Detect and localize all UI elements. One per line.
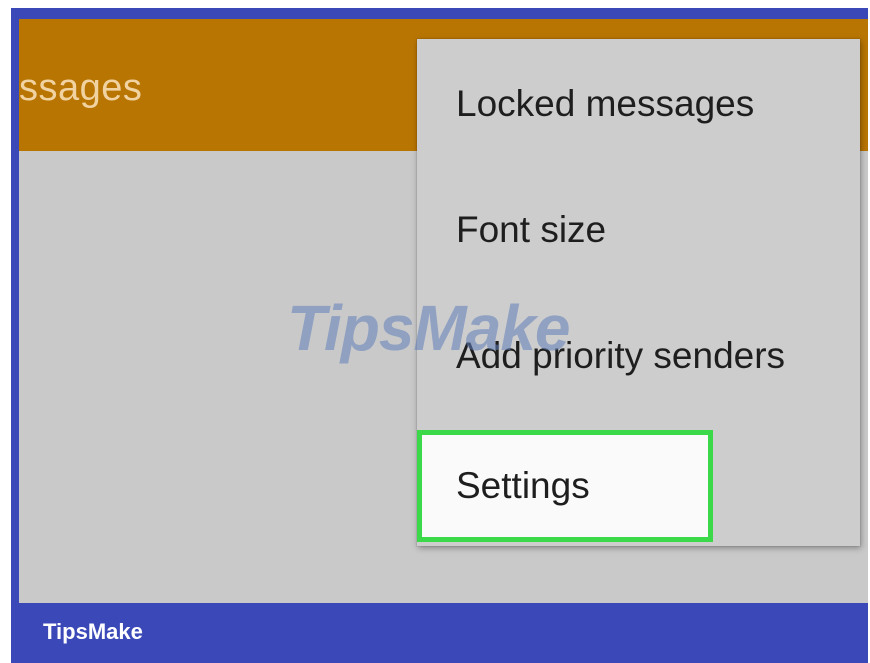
app-bar-title: ssages <box>19 67 143 109</box>
menu-item-settings[interactable]: Settings <box>417 430 713 542</box>
menu-item-label: Add priority senders <box>456 335 786 376</box>
brand-bar: TipsMake <box>19 603 868 663</box>
brand-label: TipsMake <box>43 619 143 644</box>
phone-screen: ssages Locked messages Font size Add pri… <box>19 19 868 603</box>
menu-item-label: Settings <box>456 465 590 506</box>
menu-item-label: Font size <box>456 209 607 250</box>
menu-item-label: Locked messages <box>456 83 755 124</box>
menu-item-font-size[interactable]: Font size <box>417 167 860 293</box>
menu-item-add-priority-senders[interactable]: Add priority senders <box>417 293 860 419</box>
overflow-menu: Locked messages Font size Add priority s… <box>417 39 860 546</box>
menu-item-locked-messages[interactable]: Locked messages <box>417 41 860 167</box>
